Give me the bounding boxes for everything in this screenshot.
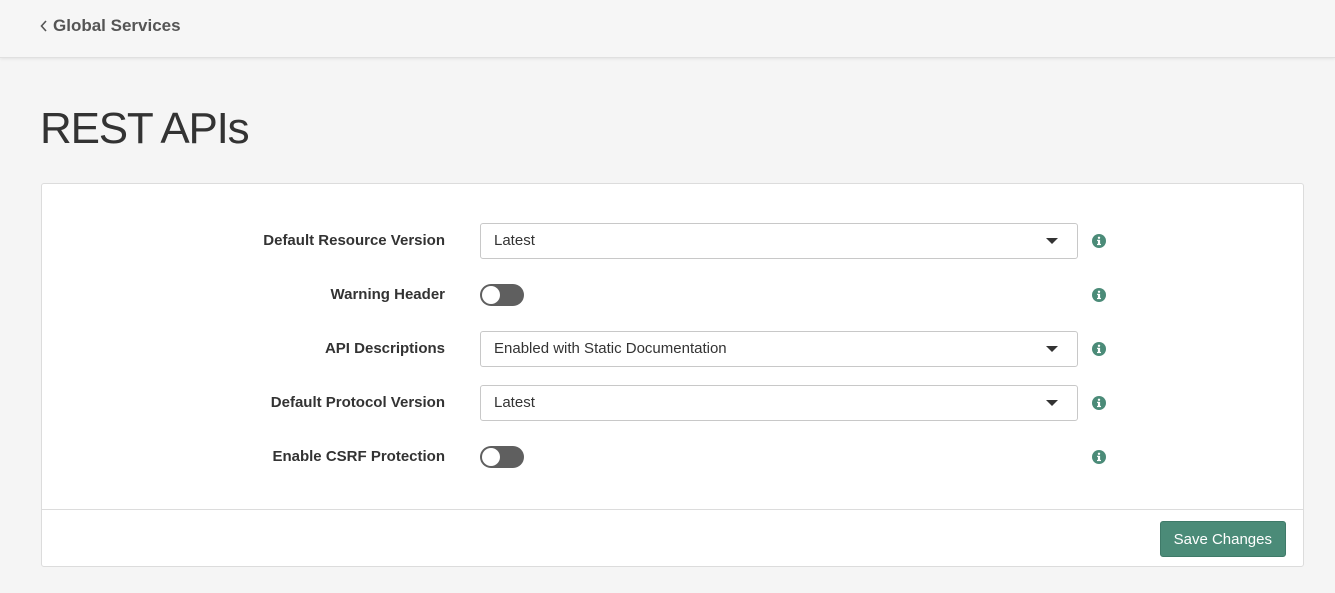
enable-csrf-protection-label: Enable CSRF Protection [272,448,445,465]
info-circle-icon[interactable] [1092,450,1106,464]
row-api-descriptions: API Descriptions Enabled with Static Doc… [42,331,1303,367]
api-descriptions-value: Enabled with Static Documentation [494,340,727,357]
caret-down-icon [1046,400,1058,406]
info-circle-icon[interactable] [1092,234,1106,248]
default-protocol-version-value: Latest [494,394,535,411]
default-resource-version-value: Latest [494,232,535,249]
default-protocol-version-label: Default Protocol Version [270,394,445,411]
caret-down-icon [1046,346,1058,352]
page-title: REST APIs [40,104,250,153]
info-circle-icon[interactable] [1092,288,1106,302]
panel-footer: Save Changes [42,509,1303,567]
warning-header-label: Warning Header [330,286,445,303]
caret-down-icon [1046,238,1058,244]
chevron-left-icon [40,20,48,32]
enable-csrf-protection-toggle[interactable] [480,446,524,468]
back-link-global-services[interactable]: Global Services [40,16,181,36]
toggle-knob [482,448,500,466]
row-warning-header: Warning Header [42,277,1303,313]
row-enable-csrf-protection: Enable CSRF Protection [42,439,1303,475]
back-link-label: Global Services [53,16,181,35]
toggle-knob [482,286,500,304]
default-resource-version-select[interactable]: Latest [480,223,1078,259]
default-protocol-version-select[interactable]: Latest [480,385,1078,421]
api-descriptions-select[interactable]: Enabled with Static Documentation [480,331,1078,367]
top-bar: Global Services [0,0,1335,58]
save-changes-button[interactable]: Save Changes [1159,521,1286,557]
settings-panel: Default Resource Version Latest Warning … [41,183,1304,567]
warning-header-toggle[interactable] [480,284,524,306]
row-default-resource-version: Default Resource Version Latest [42,223,1303,259]
row-default-protocol-version: Default Protocol Version Latest [42,385,1303,421]
info-circle-icon[interactable] [1092,396,1106,410]
default-resource-version-label: Default Resource Version [263,232,445,249]
api-descriptions-label: API Descriptions [324,340,445,357]
info-circle-icon[interactable] [1092,342,1106,356]
